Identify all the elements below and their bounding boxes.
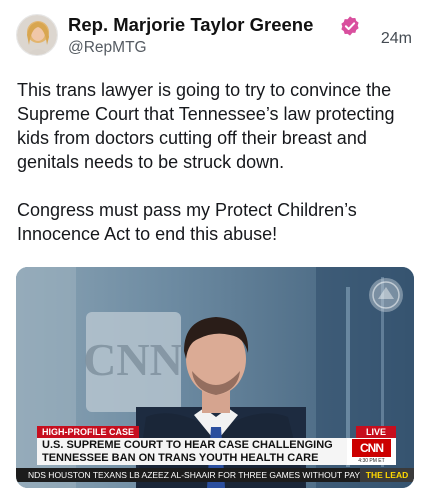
video-thumbnail[interactable]: CNN HIGH-PROFILE CASE LIVE U.S. SUPREME … bbox=[16, 267, 414, 488]
post-paragraph: This trans lawyer is going to try to con… bbox=[17, 80, 395, 172]
lower-third-banner: HIGH-PROFILE CASE LIVE U.S. SUPREME COUR… bbox=[16, 423, 414, 488]
display-name[interactable]: Rep. Marjorie Taylor Greene bbox=[68, 14, 313, 36]
avatar[interactable] bbox=[16, 14, 58, 56]
show-name: THE LEAD bbox=[360, 468, 414, 482]
user-handle[interactable]: @RepMTG bbox=[68, 39, 147, 57]
network-logo: CNN bbox=[352, 439, 391, 457]
court-seal-icon bbox=[369, 278, 403, 312]
ticker-text: NDS HOUSTON TEXANS LB AZEEZ AL-SHAAIR FO… bbox=[28, 470, 388, 480]
wall-logo: CNN bbox=[83, 334, 183, 385]
network-logo-box: CNN 4:30 PM ET bbox=[347, 438, 396, 465]
post-text: This trans lawyer is going to try to con… bbox=[17, 78, 417, 270]
broadcast-clock: 4:30 PM ET bbox=[358, 458, 385, 464]
headline-line-1: U.S. SUPREME COURT TO HEAR CASE CHALLENG… bbox=[42, 439, 333, 451]
news-ticker: NDS HOUSTON TEXANS LB AZEEZ AL-SHAAIR FO… bbox=[16, 468, 414, 482]
post-timestamp: 24m bbox=[380, 30, 412, 47]
headline-line-2: TENNESSEE BAN ON TRANS YOUTH HEALTH CARE bbox=[42, 452, 319, 464]
post-header: Rep. Marjorie Taylor Greene @RepMTG 24m bbox=[16, 14, 413, 62]
segment-tag: HIGH-PROFILE CASE bbox=[37, 426, 140, 438]
live-badge: LIVE bbox=[356, 426, 396, 438]
avatar-image bbox=[17, 15, 57, 55]
chyron-headline: U.S. SUPREME COURT TO HEAR CASE CHALLENG… bbox=[37, 438, 347, 465]
post-paragraph: Congress must pass my Protect Children’s… bbox=[17, 200, 357, 244]
verified-badge-icon bbox=[341, 16, 359, 36]
